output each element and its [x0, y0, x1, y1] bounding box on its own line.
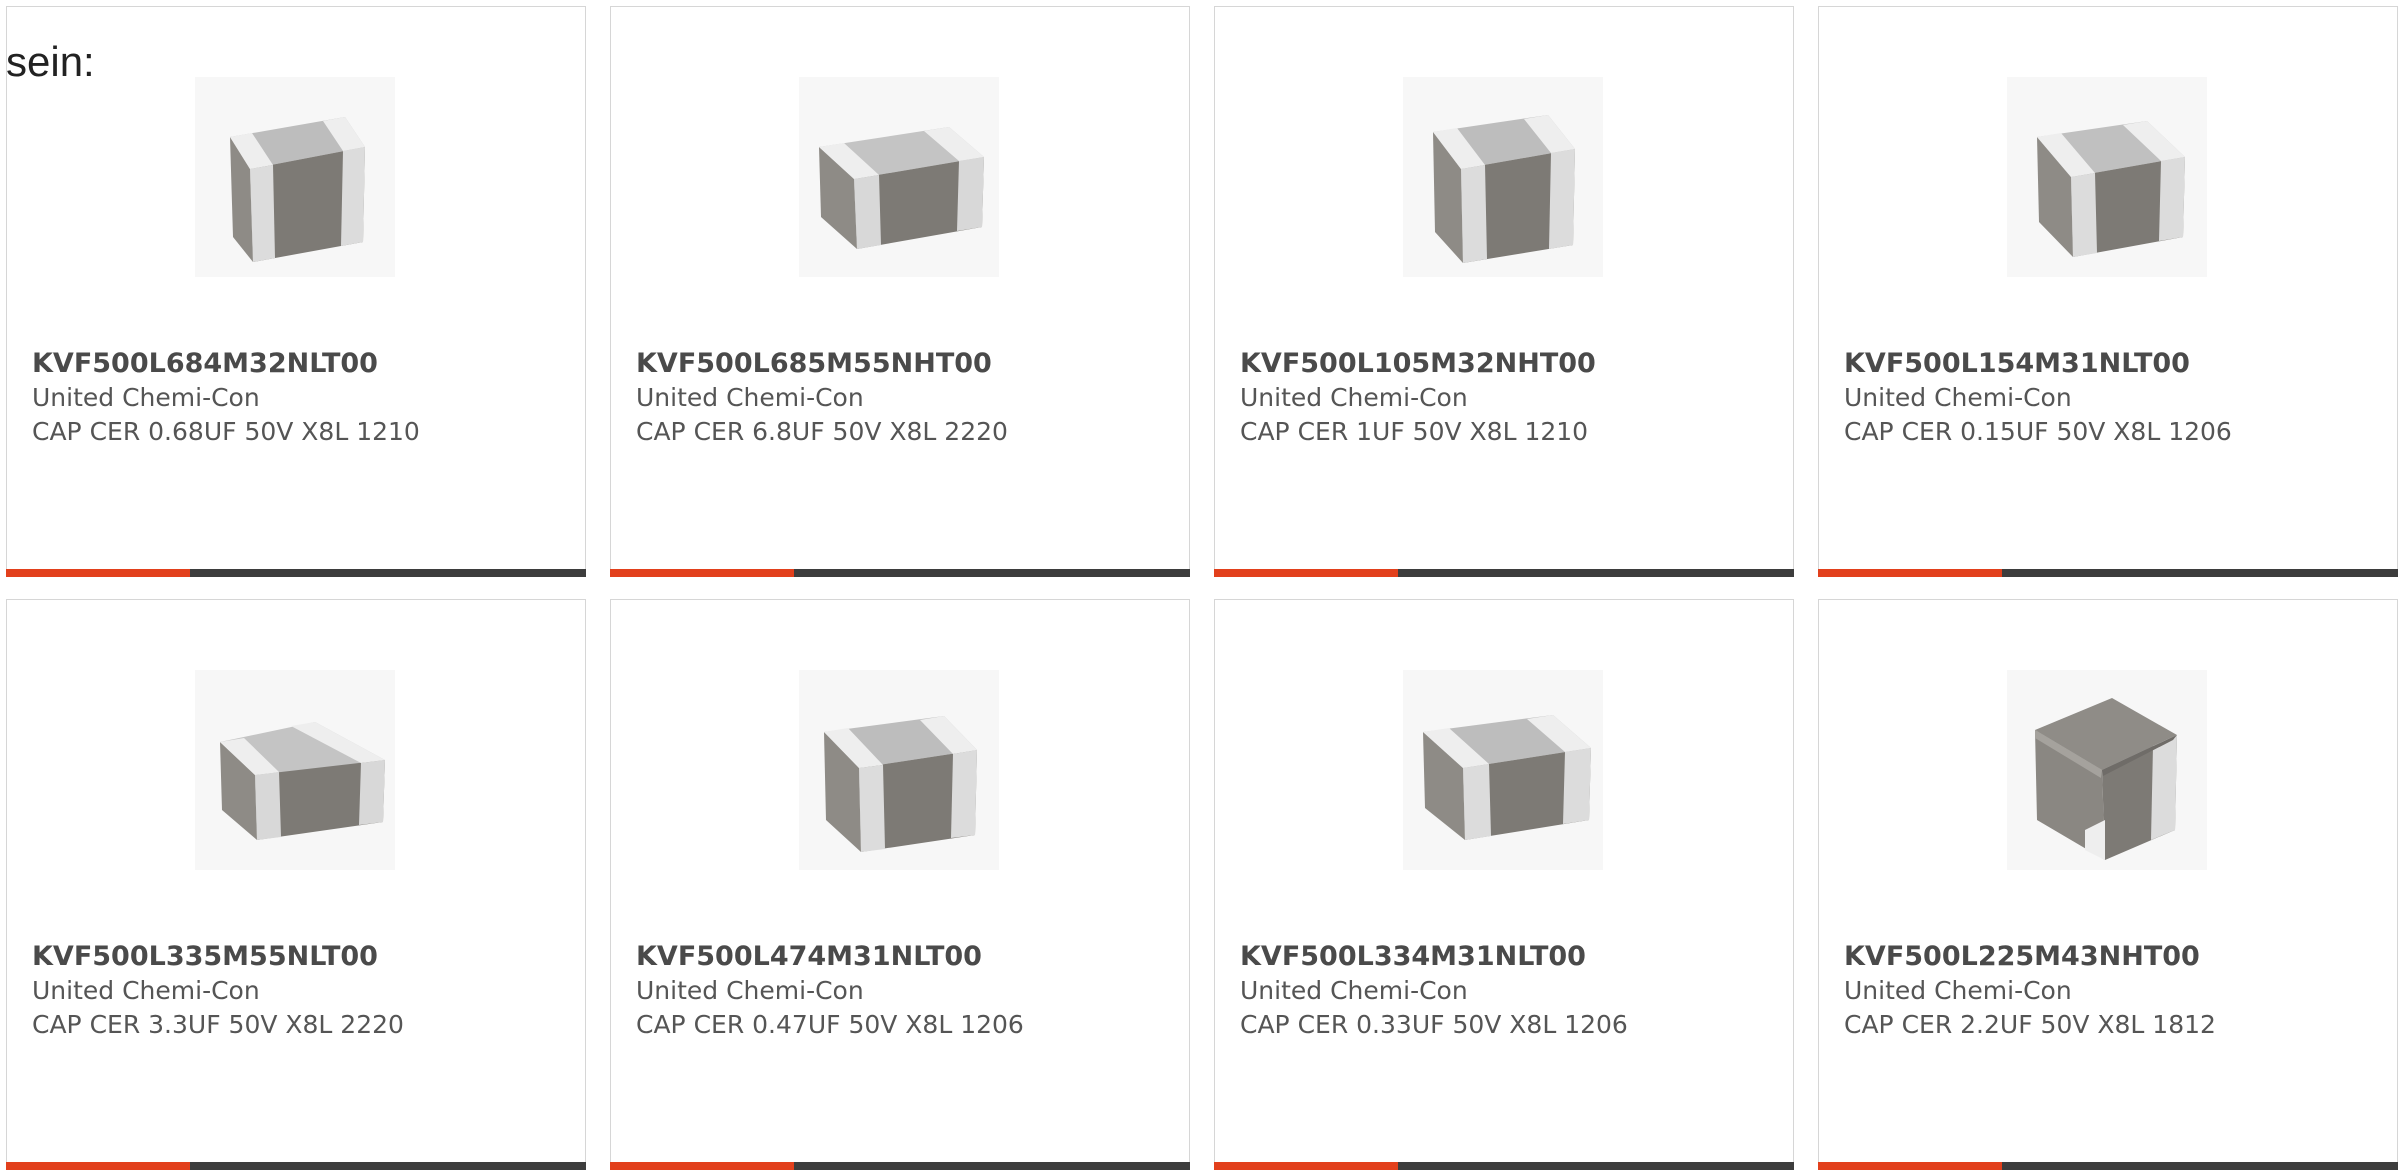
manufacturer: United Chemi-Con	[1844, 976, 2072, 1005]
product-image[interactable]	[799, 670, 999, 870]
capacitor-chip-icon	[819, 127, 984, 249]
product-image[interactable]	[2007, 670, 2207, 870]
product-grid: KVF500L684M32NLT00 United Chemi-Con CAP …	[6, 6, 2400, 1170]
card-footer-bar[interactable]	[610, 1162, 1190, 1170]
product-image[interactable]	[1403, 77, 1603, 277]
part-number[interactable]: KVF500L105M32NHT00	[1240, 347, 1773, 381]
manufacturer: United Chemi-Con	[1240, 383, 1468, 412]
manufacturer: United Chemi-Con	[32, 383, 260, 412]
product-card[interactable]: KVF500L225M43NHT00 United Chemi-Con CAP …	[1818, 599, 2398, 1170]
description: CAP CER 0.68UF 50V X8L 1210	[32, 417, 420, 446]
card-footer-accent	[6, 569, 190, 577]
capacitor-chip-icon	[220, 722, 385, 840]
capacitor-chip-icon	[1433, 115, 1575, 263]
card-footer-accent	[1214, 569, 1398, 577]
card-footer-accent	[610, 569, 794, 577]
product-card[interactable]: KVF500L154M31NLT00 United Chemi-Con CAP …	[1818, 6, 2398, 577]
description: CAP CER 1UF 50V X8L 1210	[1240, 417, 1589, 446]
capacitor-chip-icon	[230, 117, 365, 262]
part-number[interactable]: KVF500L684M32NLT00	[32, 347, 565, 381]
capacitor-chip-icon	[2035, 698, 2177, 860]
product-card[interactable]: KVF500L334M31NLT00 United Chemi-Con CAP …	[1214, 599, 1794, 1170]
product-card[interactable]: KVF500L105M32NHT00 United Chemi-Con CAP …	[1214, 6, 1794, 577]
part-number[interactable]: KVF500L474M31NLT00	[636, 940, 1169, 974]
product-image[interactable]	[195, 670, 395, 870]
manufacturer: United Chemi-Con	[636, 976, 864, 1005]
capacitor-chip-icon	[1423, 715, 1591, 840]
part-number[interactable]: KVF500L685M55NHT00	[636, 347, 1169, 381]
description: CAP CER 2.2UF 50V X8L 1812	[1844, 1010, 2216, 1039]
part-number[interactable]: KVF500L335M55NLT00	[32, 940, 565, 974]
intro-text: sein:	[6, 38, 95, 85]
card-footer-bar[interactable]	[1214, 569, 1794, 577]
description: CAP CER 6.8UF 50V X8L 2220	[636, 417, 1008, 446]
description: CAP CER 0.47UF 50V X8L 1206	[636, 1010, 1024, 1039]
product-image[interactable]	[1403, 670, 1603, 870]
card-footer-bar[interactable]	[610, 569, 1190, 577]
card-footer-bar[interactable]	[1214, 1162, 1794, 1170]
product-card[interactable]: KVF500L684M32NLT00 United Chemi-Con CAP …	[6, 6, 586, 577]
description: CAP CER 3.3UF 50V X8L 2220	[32, 1010, 404, 1039]
description: CAP CER 0.15UF 50V X8L 1206	[1844, 417, 2232, 446]
product-card[interactable]: KVF500L335M55NLT00 United Chemi-Con CAP …	[6, 599, 586, 1170]
product-card[interactable]: KVF500L474M31NLT00 United Chemi-Con CAP …	[610, 599, 1190, 1170]
card-footer-accent	[1818, 569, 2002, 577]
manufacturer: United Chemi-Con	[636, 383, 864, 412]
card-footer-accent	[610, 1162, 794, 1170]
capacitor-chip-icon	[824, 716, 977, 852]
card-footer-bar[interactable]	[1818, 569, 2398, 577]
capacitor-chip-icon	[2037, 121, 2185, 257]
card-footer-bar[interactable]	[6, 1162, 586, 1170]
description: CAP CER 0.33UF 50V X8L 1206	[1240, 1010, 1628, 1039]
card-footer-accent	[6, 1162, 190, 1170]
manufacturer: United Chemi-Con	[32, 976, 260, 1005]
manufacturer: United Chemi-Con	[1844, 383, 2072, 412]
part-number[interactable]: KVF500L225M43NHT00	[1844, 940, 2377, 974]
product-image[interactable]	[2007, 77, 2207, 277]
manufacturer: United Chemi-Con	[1240, 976, 1468, 1005]
product-card[interactable]: KVF500L685M55NHT00 United Chemi-Con CAP …	[610, 6, 1190, 577]
part-number[interactable]: KVF500L154M31NLT00	[1844, 347, 2377, 381]
card-footer-accent	[1214, 1162, 1398, 1170]
card-footer-bar[interactable]	[1818, 1162, 2398, 1170]
product-image[interactable]	[799, 77, 999, 277]
card-footer-accent	[1818, 1162, 2002, 1170]
product-image[interactable]	[195, 77, 395, 277]
card-footer-bar[interactable]	[6, 569, 586, 577]
part-number[interactable]: KVF500L334M31NLT00	[1240, 940, 1773, 974]
